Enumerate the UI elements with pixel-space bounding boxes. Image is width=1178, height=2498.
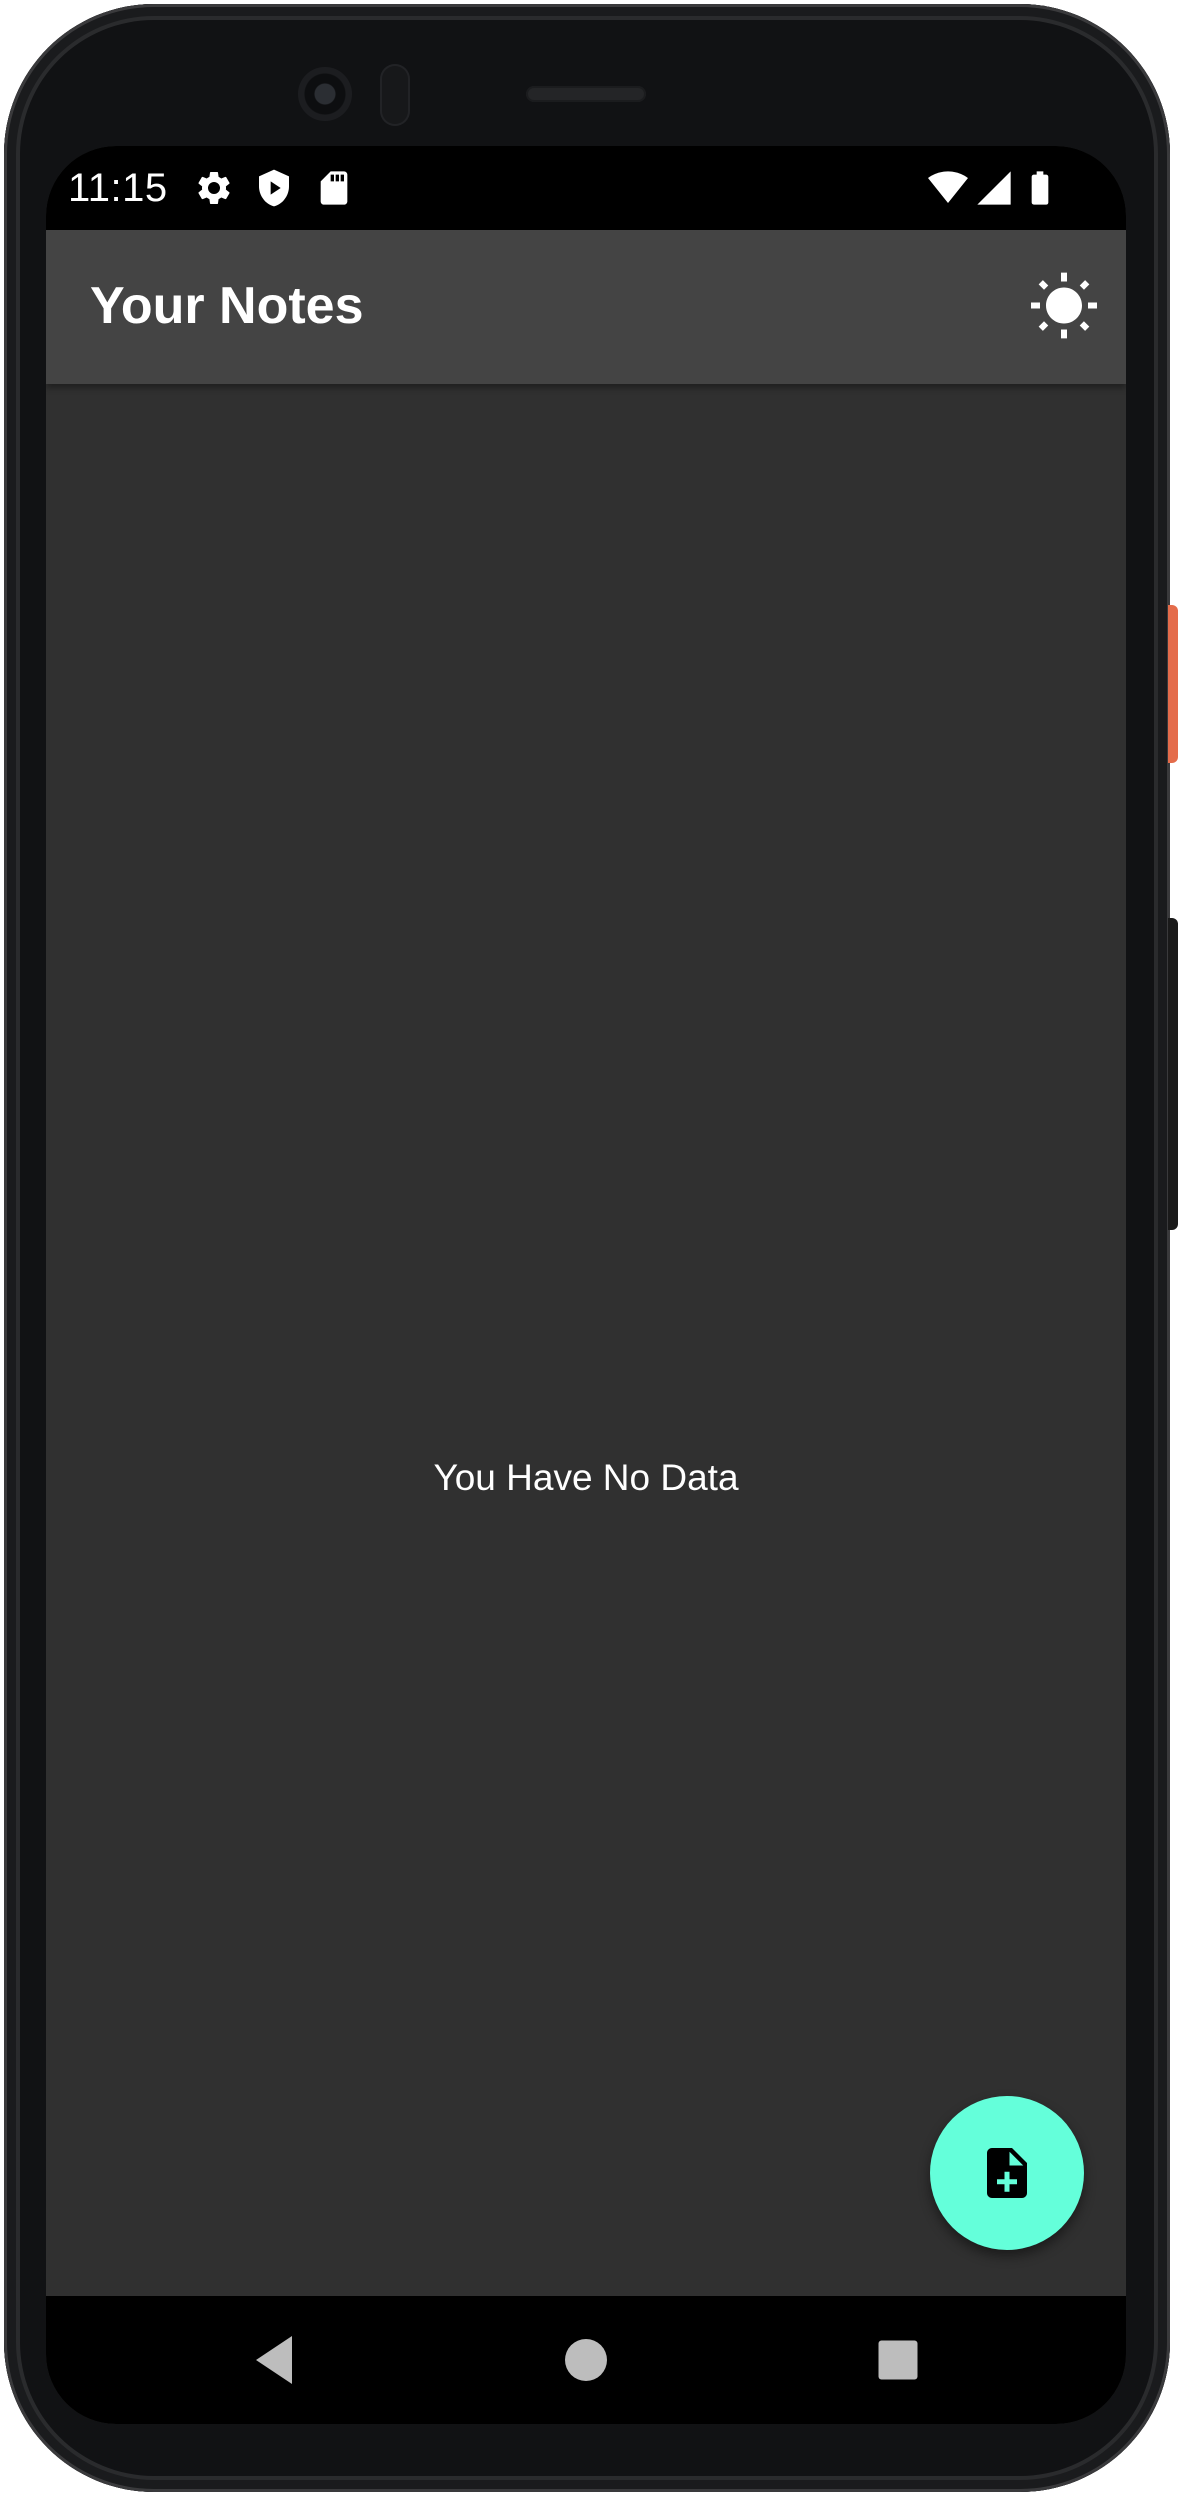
notes-list-area: You Have No Data: [46, 384, 1126, 2296]
front-camera: [298, 67, 352, 121]
proximity-sensor: [380, 64, 410, 126]
app-bar: Your Notes: [46, 230, 1126, 384]
page-title: Your Notes: [90, 277, 364, 335]
volume-button: [1168, 918, 1178, 1230]
status-bar: 11:15: [46, 146, 1126, 230]
shield-play-icon: [259, 169, 289, 207]
note-add-icon: [987, 2148, 1027, 2198]
brightness-icon: [1031, 272, 1097, 339]
settings-icon: [198, 171, 230, 204]
home-icon[interactable]: [550, 2324, 622, 2396]
screen: 11:15 Your Notes You Have No Data: [46, 146, 1126, 2424]
battery-icon: [1031, 171, 1049, 205]
back-icon[interactable]: [238, 2324, 310, 2396]
empty-state-message: You Have No Data: [433, 1457, 739, 1498]
wifi-icon: [928, 171, 968, 203]
power-button: [1168, 605, 1178, 763]
earpiece-speaker: [526, 86, 646, 102]
theme-toggle-button[interactable]: [1028, 271, 1100, 343]
add-note-button[interactable]: [930, 2096, 1084, 2250]
sd-card-icon: [320, 171, 348, 205]
signal-icon: [977, 171, 1011, 205]
status-time: 11:15: [68, 166, 168, 210]
navigation-bar: [46, 2296, 1126, 2424]
recents-icon[interactable]: [862, 2324, 934, 2396]
